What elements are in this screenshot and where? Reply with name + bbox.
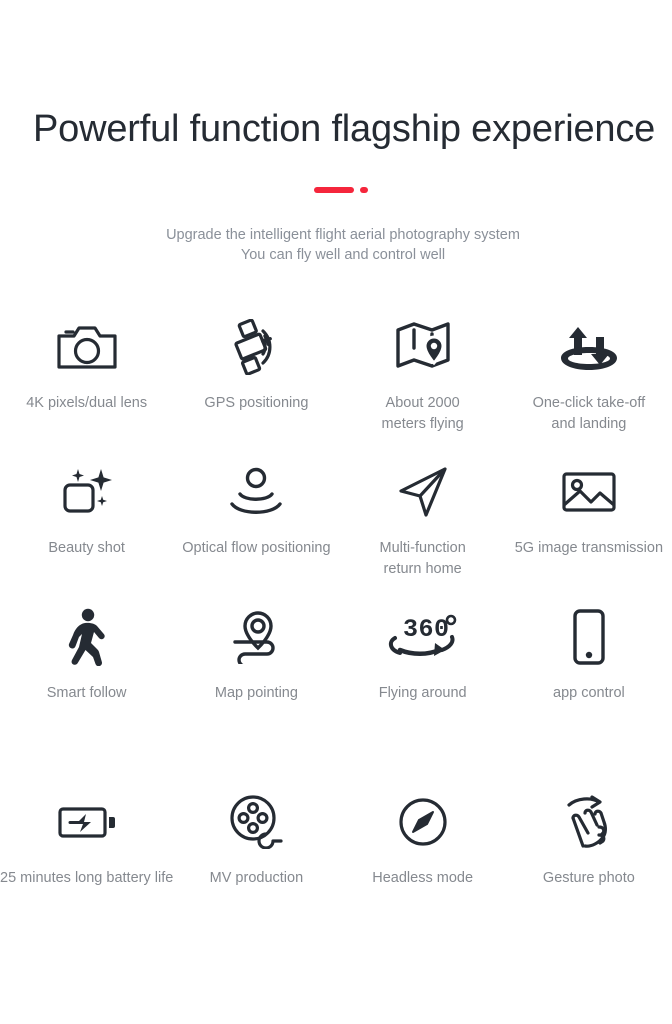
- feature-item-battery: 25 minutes long battery life: [0, 792, 173, 937]
- map-pin-icon: [394, 317, 452, 377]
- feature-label: Optical flow positioning: [182, 539, 331, 556]
- page-title: Powerful function flagship experience: [33, 108, 656, 150]
- page-header: Powerful function flagship experience Up…: [0, 0, 672, 265]
- feature-label: Multi-function return home: [379, 539, 466, 577]
- feature-label: Map pointing: [214, 684, 298, 701]
- feature-label: Headless mode: [372, 869, 474, 886]
- feature-item-headless-mode: Headless mode: [340, 792, 506, 937]
- film-reel-icon: [228, 792, 284, 852]
- satellite-icon: [225, 317, 287, 377]
- feature-label: 4K pixels/dual lens: [26, 394, 148, 411]
- grid-spacer: [0, 752, 672, 792]
- hand-gesture-icon: [561, 792, 617, 852]
- feature-item-mv-production: MV production: [173, 792, 339, 937]
- feature-item-beauty: Beauty shot: [0, 462, 173, 607]
- feature-label: Flying around: [378, 684, 467, 701]
- red-dot: [360, 186, 368, 193]
- 360-rotation-icon: 360: [386, 607, 460, 667]
- feature-label: 5G image transmission: [514, 539, 664, 556]
- image-photo-icon: [560, 462, 618, 522]
- red-dash: [314, 186, 354, 193]
- smartphone-icon: [569, 607, 609, 667]
- feature-item-camera: 4K pixels/dual lens: [0, 317, 173, 462]
- walking-person-icon: [63, 607, 111, 667]
- subtitle-line-2: You can fly well and control well: [240, 246, 446, 263]
- feature-item-app-control: app control: [506, 607, 672, 752]
- optical-flow-icon: [227, 462, 285, 522]
- feature-item-smart-follow: Smart follow: [0, 607, 173, 752]
- feature-item-range: About 2000 meters flying: [340, 317, 506, 462]
- feature-item-gesture-photo: Gesture photo: [506, 792, 672, 937]
- feature-label: About 2000 meters flying: [381, 394, 464, 432]
- feature-item-optical-flow: Optical flow positioning: [173, 462, 339, 607]
- feature-item-map-pointing: Map pointing: [173, 607, 339, 752]
- navigation-arrow-icon: [395, 462, 451, 522]
- feature-grid: 4K pixels/dual lens GPS positioning Abou…: [0, 317, 672, 937]
- page-subtitle: Upgrade the intelligent flight aerial ph…: [0, 225, 672, 265]
- feature-label: Beauty shot: [48, 539, 125, 556]
- feature-label: Gesture photo: [542, 869, 635, 886]
- feature-item-gps: GPS positioning: [173, 317, 339, 462]
- feature-label: 25 minutes long battery life: [0, 869, 174, 886]
- feature-item-flying-around: 360 Flying around: [340, 607, 506, 752]
- feature-item-takeoff: One-click take-off and landing: [506, 317, 672, 462]
- feature-item-return-home: Multi-function return home: [340, 462, 506, 607]
- subtitle-line-1: Upgrade the intelligent flight aerial ph…: [166, 226, 520, 243]
- camera-icon: [56, 317, 118, 377]
- map-route-pin-icon: [227, 607, 285, 667]
- rotation-degrees-text: 360: [403, 615, 450, 644]
- feature-highlight-page: Powerful function flagship experience Up…: [0, 0, 672, 1024]
- battery-charge-icon: [56, 792, 118, 852]
- feature-item-5g-image: 5G image transmission: [506, 462, 672, 607]
- feature-label: One-click take-off and landing: [532, 394, 646, 432]
- accent-divider: [0, 185, 672, 195]
- compass-icon: [397, 792, 449, 852]
- takeoff-landing-icon: [558, 317, 620, 377]
- feature-label: MV production: [209, 869, 304, 886]
- feature-label: app control: [553, 684, 625, 701]
- beauty-sparkle-icon: [59, 462, 115, 522]
- feature-label: GPS positioning: [204, 394, 309, 411]
- feature-label: Smart follow: [46, 684, 127, 701]
